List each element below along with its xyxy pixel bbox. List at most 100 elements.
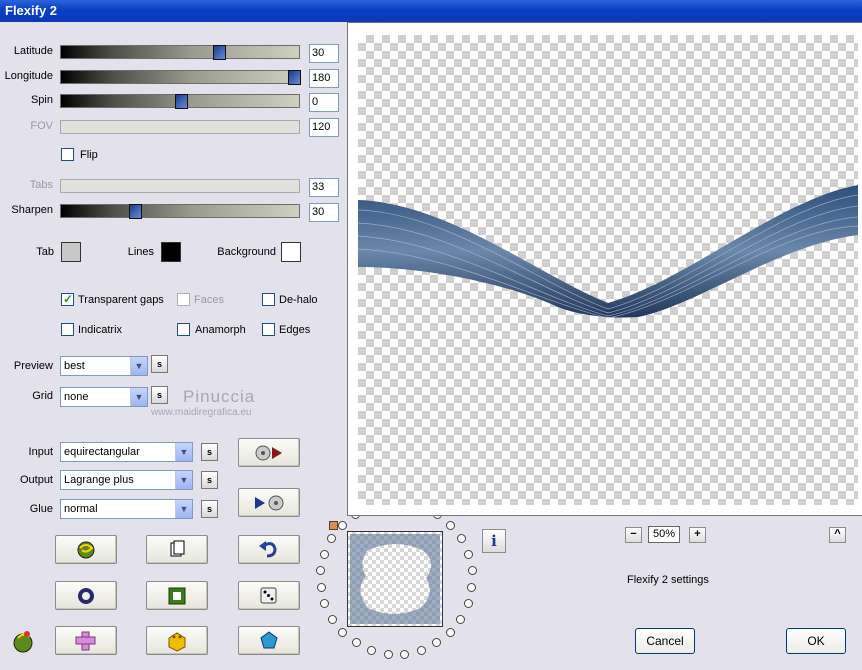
- yellow-cube-icon: [168, 632, 186, 652]
- tabs-slider: [60, 179, 300, 193]
- window-title: Flexify 2: [5, 3, 58, 18]
- thumbnail-preview-shape: [350, 534, 440, 624]
- longitude-slider-thumb[interactable]: [288, 70, 301, 85]
- title-bar: Flexify 2: [0, 0, 862, 22]
- tabs-value-field[interactable]: 33: [309, 178, 339, 197]
- dial-dot[interactable]: [467, 566, 477, 576]
- background-color-swatch[interactable]: [281, 242, 301, 262]
- preview-select-value: best: [64, 360, 85, 372]
- zoom-level-field[interactable]: 50%: [648, 526, 680, 543]
- square-button[interactable]: [146, 581, 208, 610]
- glue-s-button[interactable]: s: [201, 500, 218, 518]
- latitude-slider-thumb[interactable]: [213, 45, 226, 60]
- input-select[interactable]: equirectangular ▼: [60, 442, 193, 462]
- status-text: Flexify 2 settings: [627, 574, 709, 586]
- grid-label: Grid: [32, 390, 53, 402]
- save-output-button[interactable]: [238, 488, 300, 517]
- preview-select[interactable]: best ▼: [60, 356, 148, 376]
- grid-select-value: none: [64, 391, 89, 403]
- navigator-thumbnail[interactable]: [347, 531, 443, 627]
- output-s-button[interactable]: s: [201, 471, 218, 489]
- chevron-down-icon[interactable]: ▼: [175, 471, 192, 489]
- dial-dot[interactable]: [463, 549, 473, 559]
- lines-color-swatch[interactable]: [161, 242, 181, 262]
- input-label: Input: [28, 446, 53, 458]
- longitude-slider[interactable]: [60, 70, 301, 85]
- dial-dot[interactable]: [456, 534, 466, 544]
- transparent-gaps-label: Transparent gaps: [78, 294, 164, 306]
- expand-up-button[interactable]: ^: [829, 527, 846, 543]
- load-input-button[interactable]: [238, 438, 300, 467]
- copy-button[interactable]: [146, 535, 208, 564]
- dial-dot[interactable]: [416, 645, 426, 655]
- dial-dot[interactable]: [337, 520, 347, 530]
- dial-dot[interactable]: [400, 649, 410, 659]
- spin-value-field[interactable]: 0: [309, 93, 339, 112]
- green-square-icon: [168, 587, 186, 605]
- dial-dot[interactable]: [327, 614, 337, 624]
- latitude-value-field[interactable]: 30: [309, 44, 339, 63]
- undo-button[interactable]: [238, 535, 300, 564]
- indicatrix-label: Indicatrix: [78, 324, 123, 336]
- disc-play-icon: [255, 445, 282, 461]
- fov-slider: [60, 120, 300, 134]
- output-select[interactable]: Lagrange plus ▼: [60, 470, 193, 490]
- dial-dot[interactable]: [367, 645, 376, 655]
- spin-slider-thumb[interactable]: [175, 94, 188, 109]
- faces-label: Faces: [194, 294, 224, 306]
- random-dice-button[interactable]: [238, 581, 300, 610]
- faces-checkbox: [177, 293, 190, 306]
- cube-button[interactable]: [146, 626, 208, 655]
- edges-checkbox[interactable]: [262, 323, 275, 336]
- chevron-down-icon[interactable]: ▼: [175, 443, 192, 461]
- edges-label: Edges: [279, 324, 311, 336]
- chevron-down-icon[interactable]: ▼: [130, 357, 147, 375]
- zoom-in-button[interactable]: +: [689, 527, 706, 543]
- preview-label: Preview: [13, 360, 53, 372]
- anamorph-checkbox[interactable]: [177, 323, 190, 336]
- sharpen-slider-thumb[interactable]: [129, 204, 142, 219]
- indicatrix-checkbox[interactable]: [61, 323, 74, 336]
- chevron-down-icon[interactable]: ▼: [130, 388, 147, 406]
- transparent-gaps-checkbox[interactable]: ✓: [61, 292, 74, 306]
- fov-value-field[interactable]: 120: [309, 118, 339, 137]
- lines-color-label: Lines: [127, 246, 154, 258]
- ok-button[interactable]: OK: [786, 628, 846, 654]
- dial-dot[interactable]: [456, 614, 466, 624]
- sharpen-slider[interactable]: [60, 204, 300, 219]
- chevron-down-icon[interactable]: ▼: [175, 500, 192, 518]
- grid-s-button[interactable]: s: [151, 386, 168, 404]
- preview-canvas[interactable]: [357, 35, 859, 505]
- grid-select[interactable]: none ▼: [60, 387, 148, 407]
- pentagon-button[interactable]: [238, 626, 300, 655]
- ring-button[interactable]: [55, 581, 117, 610]
- spin-slider[interactable]: [60, 94, 300, 109]
- randomize-button[interactable]: [55, 535, 117, 564]
- glue-select[interactable]: normal ▼: [60, 499, 193, 519]
- longitude-value-field[interactable]: 180: [309, 69, 339, 88]
- info-button[interactable]: i: [482, 529, 506, 553]
- input-s-button[interactable]: s: [201, 443, 218, 461]
- cancel-button[interactable]: Cancel: [635, 628, 695, 654]
- flip-checkbox[interactable]: [61, 148, 74, 161]
- tab-color-swatch[interactable]: [61, 242, 81, 262]
- dial-dot[interactable]: [316, 582, 326, 592]
- watermark-name: Pinuccia: [183, 387, 256, 406]
- cross-button[interactable]: [55, 626, 117, 655]
- dial-dot[interactable]: [320, 549, 330, 559]
- latitude-slider[interactable]: [60, 45, 300, 60]
- spin-label: Spin: [30, 94, 53, 106]
- preview-panel: [347, 22, 862, 516]
- sharpen-value-field[interactable]: 30: [309, 203, 339, 222]
- de-halo-checkbox[interactable]: [262, 293, 275, 306]
- dial-dot[interactable]: [383, 649, 393, 659]
- input-select-value: equirectangular: [64, 446, 140, 458]
- background-color-label: Background: [217, 246, 276, 258]
- dial-dot[interactable]: [445, 627, 455, 637]
- tab-color-label: Tab: [36, 246, 54, 258]
- preview-s-button[interactable]: s: [151, 355, 168, 373]
- longitude-label: Longitude: [4, 70, 53, 82]
- tabs-label: Tabs: [29, 179, 53, 191]
- dial-handle[interactable]: [329, 521, 338, 530]
- zoom-out-button[interactable]: −: [625, 527, 642, 543]
